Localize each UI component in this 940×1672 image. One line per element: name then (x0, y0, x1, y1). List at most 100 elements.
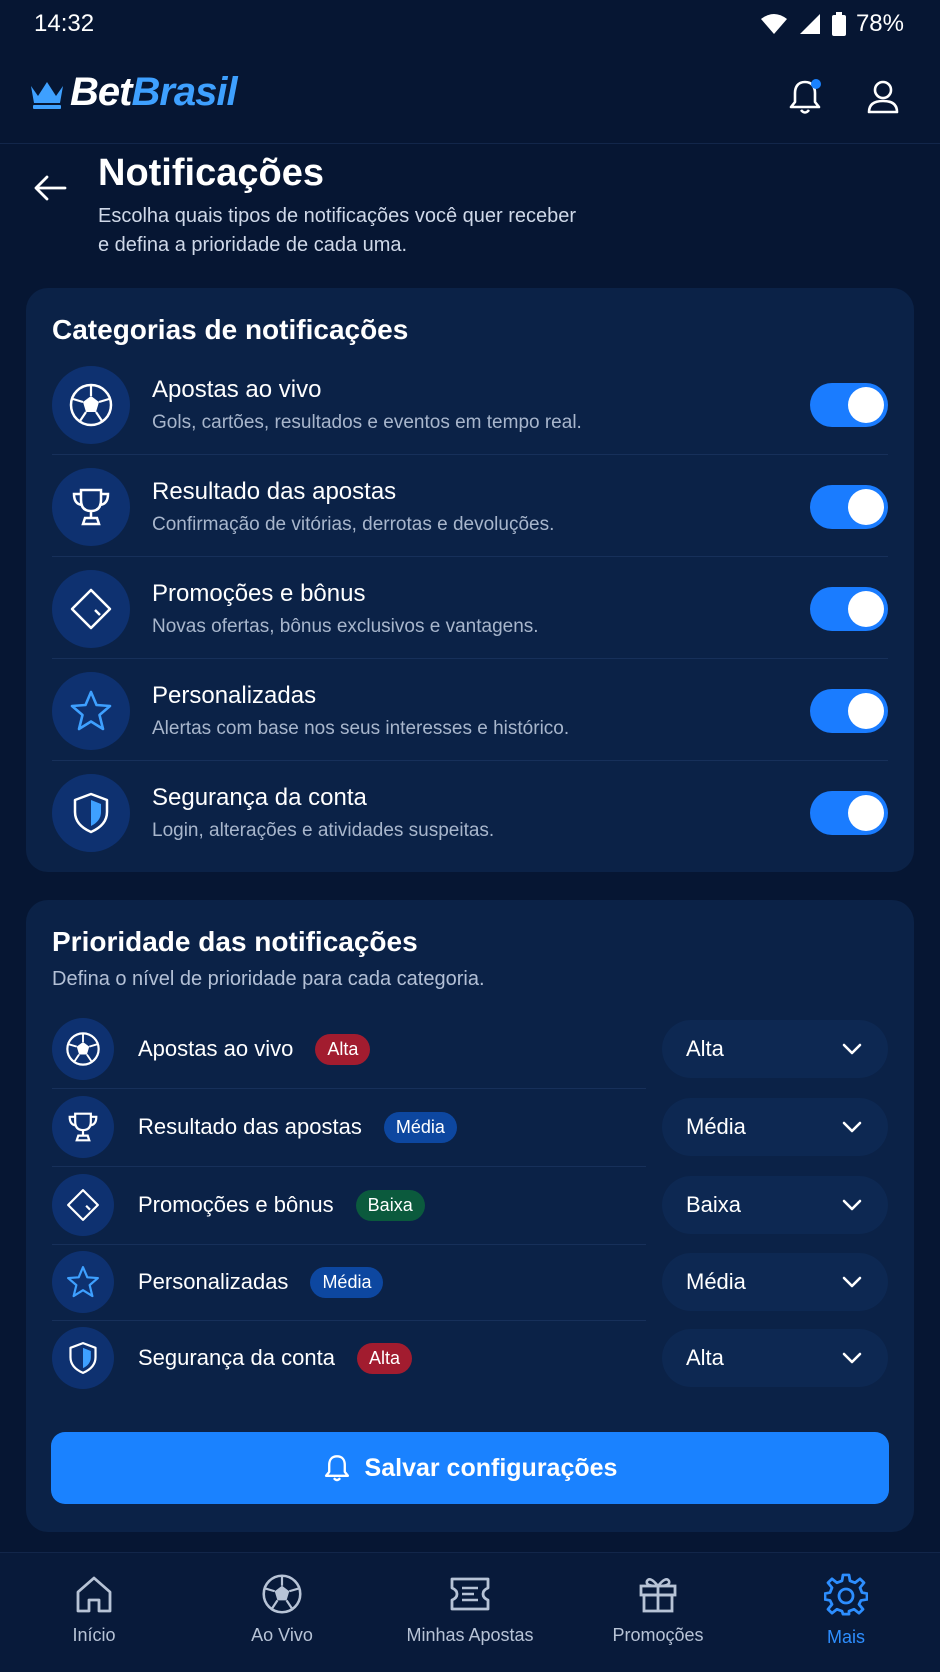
shield-icon (73, 792, 109, 834)
category-title: Segurança da conta (152, 784, 367, 811)
toggle-live-bets[interactable] (810, 383, 888, 427)
ticket-icon (450, 1577, 490, 1611)
priority-select-live-bets[interactable]: Alta (662, 1020, 888, 1078)
divider (52, 454, 888, 455)
shield-icon (69, 1342, 97, 1374)
trophy-icon (68, 1112, 98, 1142)
categories-card: Categorias de notificações Apostas ao vi… (26, 288, 914, 872)
gift-icon (639, 1578, 677, 1613)
priority-row-bet-results: Resultado das apostas Média Média (52, 1089, 888, 1165)
priority-row-personalized: Personalizadas Média Média (52, 1244, 888, 1320)
priority-row-title: Personalizadas (138, 1269, 289, 1294)
priority-row-title: Segurança da conta (138, 1345, 335, 1370)
battery-icon (831, 12, 846, 36)
star-icon (67, 1266, 99, 1298)
chevron-down-icon (842, 1121, 862, 1133)
select-value: Média (686, 1269, 746, 1294)
chevron-down-icon (842, 1352, 862, 1364)
brand-name-part2: Brasil (131, 70, 237, 114)
save-button-label: Salvar configurações (364, 1453, 618, 1482)
priority-badge: Média (310, 1266, 384, 1298)
soccer-ball-icon (69, 383, 113, 427)
nav-item-promotions[interactable]: Promoções (564, 1553, 752, 1672)
priority-row-promotions: Promoções e bônus Baixa Baixa (52, 1167, 888, 1243)
soccer-ball-icon (66, 1032, 100, 1066)
category-row-security: Segurança da conta Login, alterações e a… (52, 762, 888, 864)
select-value: Alta (686, 1036, 724, 1061)
bell-icon (324, 1455, 349, 1482)
ticket-icon (67, 1189, 99, 1221)
category-desc: Gols, cartões, resultados e eventos em t… (152, 412, 582, 433)
chevron-down-icon (842, 1199, 862, 1211)
nav-item-more[interactable]: Mais (752, 1553, 940, 1672)
category-icon (52, 672, 130, 750)
user-icon (867, 80, 899, 114)
page-subtitle: Escolha quais tipos de notificações você… (98, 205, 577, 256)
toggle-bet-results[interactable] (810, 485, 888, 529)
priority-icon (52, 1096, 114, 1158)
trophy-icon (72, 488, 110, 526)
divider (52, 658, 888, 659)
nav-label: Promoções (612, 1625, 704, 1645)
toggle-personalized[interactable] (810, 689, 888, 733)
priority-select-bet-results[interactable]: Média (662, 1098, 888, 1156)
nav-item-home[interactable]: Início (0, 1553, 188, 1672)
nav-item-live[interactable]: Ao Vivo (188, 1553, 376, 1672)
ticket-icon (70, 588, 112, 630)
bottom-nav: Início Ao Vivo Minhas Apostas Promoções … (0, 1552, 940, 1672)
nav-label: Minhas Apostas (406, 1625, 534, 1645)
wifi-icon (760, 14, 787, 34)
category-desc: Alertas com base nos seus interesses e h… (152, 718, 570, 739)
priority-select-promotions[interactable]: Baixa (662, 1176, 888, 1234)
nav-label: Ao Vivo (251, 1625, 313, 1645)
toggle-promotions[interactable] (810, 587, 888, 631)
priority-row-security: Segurança da conta Alta Alta (52, 1320, 888, 1396)
category-row-live-bets: Apostas ao vivo Gols, cartões, resultado… (52, 354, 888, 456)
category-title: Resultado das apostas (152, 478, 397, 505)
category-icon (52, 468, 130, 546)
nav-item-my-bets[interactable]: Minhas Apostas (376, 1553, 564, 1672)
priority-select-security[interactable]: Alta (662, 1329, 888, 1387)
category-icon (52, 366, 130, 444)
home-icon (76, 1576, 112, 1613)
bell-icon (789, 79, 821, 114)
brand-name-part1: Bet (70, 70, 132, 114)
save-settings-button[interactable]: Salvar configurações (51, 1432, 889, 1504)
priority-badge: Alta (356, 1342, 412, 1374)
brand-logo[interactable]: BetBrasil (28, 70, 238, 115)
battery-level: 78% (855, 10, 904, 37)
category-row-personalized: Personalizadas Alertas com base nos seus… (52, 660, 888, 762)
status-bar: 14:32 78% (0, 0, 940, 50)
crown-icon (31, 81, 63, 109)
notifications-button[interactable] (780, 72, 830, 122)
toggle-security[interactable] (810, 791, 888, 835)
priority-subtitle: Defina o nível de prioridade para cada c… (52, 968, 485, 990)
chevron-down-icon (842, 1043, 862, 1055)
status-icons: 78% (760, 10, 904, 38)
category-title: Apostas ao vivo (152, 376, 322, 403)
category-title: Promoções e bônus (152, 580, 366, 607)
priority-badge: Baixa (355, 1189, 425, 1221)
priority-title: Prioridade das notificações (52, 926, 418, 957)
category-desc: Novas ofertas, bônus exclusivos e vantag… (152, 616, 539, 637)
select-value: Média (686, 1114, 746, 1139)
gear-icon (824, 1573, 868, 1616)
star-icon (70, 690, 112, 731)
nav-label: Mais (826, 1627, 865, 1647)
category-desc: Login, alterações e atividades suspeitas… (152, 820, 495, 841)
back-button[interactable] (28, 166, 72, 210)
status-time: 14:32 (34, 10, 95, 37)
select-value: Alta (686, 1345, 724, 1370)
nav-label: Início (72, 1625, 116, 1645)
select-value: Baixa (686, 1192, 742, 1217)
soccer-ball-icon (262, 1574, 302, 1614)
priority-badge: Alta (315, 1033, 371, 1065)
profile-button[interactable] (858, 72, 908, 122)
priority-select-personalized[interactable]: Média (662, 1253, 888, 1311)
priority-row-live-bets: Apostas ao vivo Alta Alta (52, 1011, 888, 1087)
page-title: Notificações (98, 152, 324, 194)
priority-row-title: Apostas ao vivo (138, 1036, 294, 1061)
priority-icon (52, 1251, 114, 1313)
divider (52, 556, 888, 557)
priority-icon (52, 1327, 114, 1389)
